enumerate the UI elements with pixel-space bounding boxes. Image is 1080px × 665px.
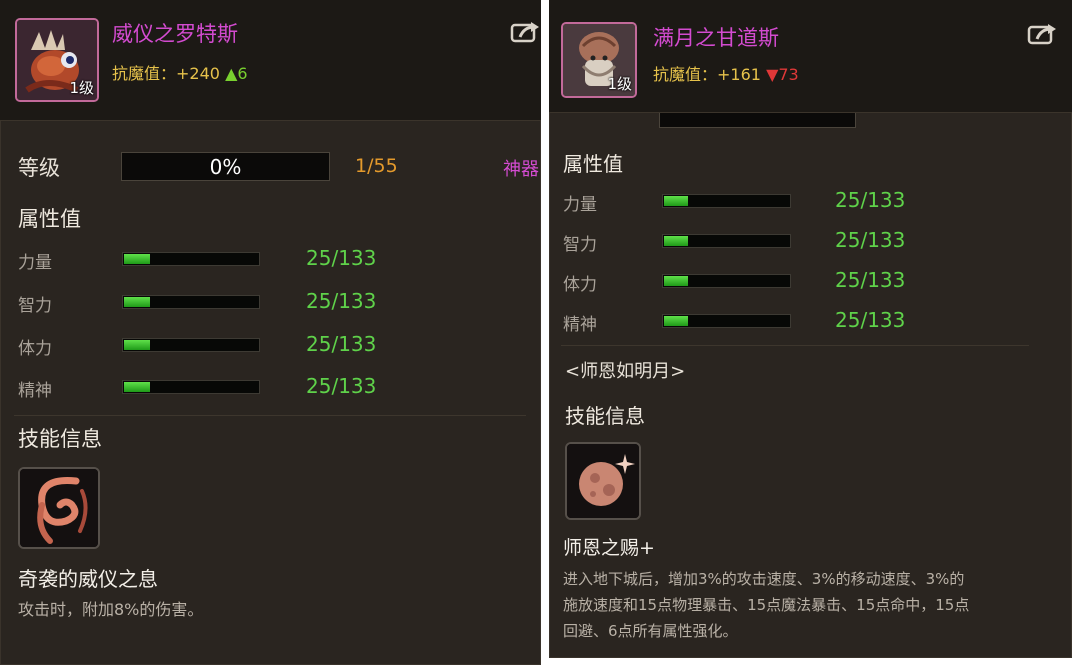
right-skill-desc-line-1: 进入地下城后，增加3%的攻击速度、3%的移动速度、3%的 [563, 570, 965, 588]
left-artifact-panel: 1级 威仪之罗特斯 抗魔值：+240 ▲6 等级 0% 1/55 神器 属性值 … [0, 0, 541, 665]
share-icon[interactable] [510, 20, 540, 44]
stat-bar-spirit [122, 380, 260, 394]
right-resist: 抗魔值：+161 ▼73 [653, 61, 799, 85]
stat-value-spirit: 25/133 [306, 374, 377, 398]
right-resist-delta: ▼73 [766, 65, 799, 84]
stat-bar-fill [124, 382, 150, 392]
right-header: 1级 满月之甘道斯 抗魔值：+161 ▼73 [549, 0, 1072, 113]
set-name: <师恩如明月> [565, 361, 686, 382]
artifact-tag[interactable]: 神器 [503, 155, 539, 181]
stat-name-vitality: 体力 [563, 275, 597, 295]
right-skill-desc-line-2: 施放速度和15点物理暴击、15点魔法暴击、15点命中，15点 [563, 596, 970, 614]
stat-bar-fill [124, 340, 150, 350]
stat-bar-vitality [122, 338, 260, 352]
stat-name-strength: 力量 [18, 253, 52, 273]
stat-value-intelligence: 25/133 [835, 228, 906, 252]
stat-value-strength: 25/133 [306, 246, 377, 270]
stat-bar-fill [124, 254, 150, 264]
stat-bar-intelligence [662, 234, 791, 248]
right-skill-name: 师恩之赐+ [563, 537, 655, 559]
stat-name-spirit: 精神 [18, 381, 52, 401]
stat-bar-intelligence [122, 295, 260, 309]
right-resist-label: 抗魔值： [653, 65, 718, 84]
right-skill-desc-line-3: 回避、6点所有属性强化。 [563, 622, 738, 640]
stat-bar-spirit [662, 314, 791, 328]
stat-bar-strength [122, 252, 260, 266]
left-attr-title: 属性值 [18, 207, 81, 231]
grade-count: 1/55 [355, 155, 398, 177]
right-portrait: 1级 [561, 22, 637, 98]
left-skill-name: 奇袭的威仪之息 [18, 567, 158, 591]
stat-bar-fill [664, 196, 688, 206]
stat-bar-fill [664, 316, 688, 326]
left-resist-value: +240 [176, 64, 220, 83]
right-artifact-panel: 1级 满月之甘道斯 抗魔值：+161 ▼73 属性值 力量 25/133 智力 … [549, 0, 1072, 658]
stat-name-vitality: 体力 [18, 339, 52, 359]
left-level-badge: 1级 [69, 79, 94, 97]
left-resist-delta: ▲6 [225, 64, 248, 83]
right-attr-title: 属性值 [563, 152, 623, 176]
grade-label: 等级 [18, 156, 60, 180]
stat-bar-strength [662, 194, 791, 208]
grade-percent: 0% [209, 155, 242, 179]
left-header: 1级 威仪之罗特斯 抗魔值：+240 ▲6 [0, 0, 541, 121]
right-level-badge: 1级 [607, 75, 632, 93]
right-skill-title: 技能信息 [565, 404, 645, 428]
grade-progress-bar: 0% [121, 152, 330, 181]
moon-skill-icon[interactable] [565, 442, 641, 520]
stat-name-intelligence: 智力 [18, 296, 52, 316]
right-divider [561, 345, 1029, 346]
stat-bar-fill [124, 297, 150, 307]
stat-name-strength: 力量 [563, 195, 597, 215]
stat-value-vitality: 25/133 [306, 332, 377, 356]
left-skill-desc: 攻击时，附加8%的伤害。 [18, 600, 204, 619]
right-artifact-name: 满月之甘道斯 [653, 26, 779, 50]
left-resist: 抗魔值：+240 ▲6 [112, 60, 248, 84]
left-artifact-name: 威仪之罗特斯 [112, 22, 238, 46]
left-resist-label: 抗魔值： [112, 64, 177, 83]
right-resist-value: +161 [717, 65, 761, 84]
tentacle-skill-icon[interactable] [18, 467, 100, 549]
stat-value-strength: 25/133 [835, 188, 906, 212]
stat-bar-vitality [662, 274, 791, 288]
stat-value-spirit: 25/133 [835, 308, 906, 332]
left-skill-title: 技能信息 [18, 427, 102, 451]
left-divider [14, 415, 526, 416]
stat-bar-fill [664, 276, 688, 286]
stat-value-vitality: 25/133 [835, 268, 906, 292]
stat-value-intelligence: 25/133 [306, 289, 377, 313]
right-skill-desc: 进入地下城后，增加3%的攻击速度、3%的移动速度、3%的 施放速度和15点物理暴… [563, 566, 969, 644]
left-portrait: 1级 [15, 18, 99, 102]
stat-name-spirit: 精神 [563, 315, 597, 335]
stat-bar-fill [664, 236, 688, 246]
stat-name-intelligence: 智力 [563, 235, 597, 255]
share-icon[interactable] [1027, 22, 1057, 46]
